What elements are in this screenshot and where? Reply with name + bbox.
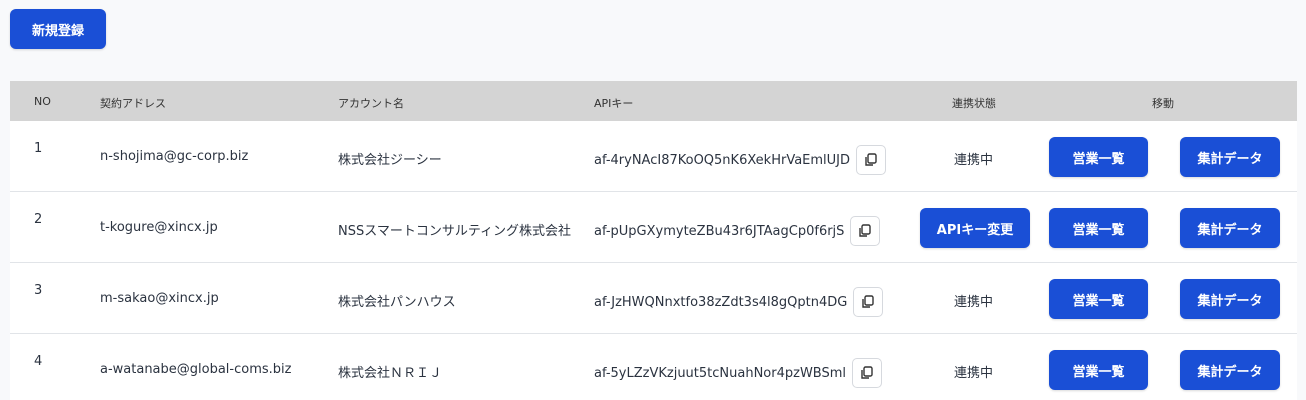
header-move: 移動 — [1152, 97, 1174, 110]
status-text: 連携中 — [954, 295, 994, 310]
sales-list-button[interactable]: 営業一覧 — [1049, 350, 1148, 390]
aggregate-data-button[interactable]: 集計データ — [1180, 279, 1280, 319]
copy-icon — [862, 295, 874, 308]
row-no: 3 — [34, 283, 43, 298]
copy-icon — [861, 366, 873, 379]
api-key-change-button[interactable]: APIキー変更 — [920, 208, 1030, 248]
api-key-text: af-pUpGXymyteZBu43r6JTAagCp0f6rjS — [594, 223, 845, 239]
sales-list-button[interactable]: 営業一覧 — [1049, 208, 1148, 248]
header-account: アカウント名 — [338, 97, 404, 110]
row-no: 1 — [34, 141, 43, 156]
row-email: n-shojima@gc-corp.biz — [100, 149, 249, 164]
copy-button[interactable] — [853, 287, 884, 317]
row-api-key: af-4ryNAcI87KoOQ5nK6XekHrVaEmlUJD — [594, 145, 887, 175]
row-account: 株式会社パンハウス — [338, 295, 456, 310]
copy-button[interactable] — [850, 216, 881, 246]
header-email: 契約アドレス — [100, 97, 166, 110]
row-no: 4 — [34, 354, 43, 369]
row-no: 2 — [34, 212, 43, 227]
row-account: 株式会社ＮＲＩＪ — [338, 366, 443, 381]
sales-list-button[interactable]: 営業一覧 — [1049, 279, 1148, 319]
new-registration-button[interactable]: 新規登録 — [10, 9, 106, 49]
copy-button[interactable] — [852, 358, 883, 388]
row-api-key: af-JzHWQNnxtfo38zZdt3s4l8gQptn4DG — [594, 287, 884, 317]
table-row: 1 n-shojima@gc-corp.biz 株式会社ジーシー af-4ryN… — [10, 121, 1297, 192]
api-key-text: af-4ryNAcI87KoOQ5nK6XekHrVaEmlUJD — [594, 152, 851, 168]
row-email: t-kogure@xincx.jp — [100, 220, 218, 235]
api-key-text: af-JzHWQNnxtfo38zZdt3s4l8gQptn4DG — [594, 294, 848, 310]
status-text: 連携中 — [954, 153, 994, 168]
row-email: a-watanabe@global-coms.biz — [100, 362, 292, 377]
copy-button[interactable] — [856, 145, 887, 175]
api-key-text: af-5yLZzVKzjuut5tcNuahNor4pzWBSml — [594, 365, 847, 381]
aggregate-data-button[interactable]: 集計データ — [1180, 208, 1280, 248]
table-row: 4 a-watanabe@global-coms.biz 株式会社ＮＲＩＪ af… — [10, 334, 1297, 400]
sales-list-button[interactable]: 営業一覧 — [1049, 137, 1148, 177]
header-api-key: APIキー — [594, 97, 634, 110]
row-account: 株式会社ジーシー — [338, 153, 442, 168]
copy-icon — [865, 153, 877, 166]
row-email: m-sakao@xincx.jp — [100, 291, 219, 306]
aggregate-data-button[interactable]: 集計データ — [1180, 350, 1280, 390]
table-header: NO 契約アドレス アカウント名 APIキー 連携状態 移動 — [10, 81, 1297, 121]
copy-icon — [859, 224, 872, 237]
account-table: NO 契約アドレス アカウント名 APIキー 連携状態 移動 1 n-shoji… — [10, 81, 1297, 400]
table-row: 2 t-kogure@xincx.jp NSSスマートコンサルティング株式会社 … — [10, 192, 1297, 263]
table-row: 3 m-sakao@xincx.jp 株式会社パンハウス af-JzHWQNnx… — [10, 263, 1297, 334]
row-account: NSSスマートコンサルティング株式会社 — [338, 224, 572, 239]
row-api-key: af-pUpGXymyteZBu43r6JTAagCp0f6rjS — [594, 216, 881, 246]
row-api-key: af-5yLZzVKzjuut5tcNuahNor4pzWBSml — [594, 358, 883, 388]
header-status: 連携状態 — [952, 97, 996, 110]
status-text: 連携中 — [954, 366, 994, 381]
aggregate-data-button[interactable]: 集計データ — [1180, 137, 1280, 177]
header-no: NO — [34, 95, 51, 108]
